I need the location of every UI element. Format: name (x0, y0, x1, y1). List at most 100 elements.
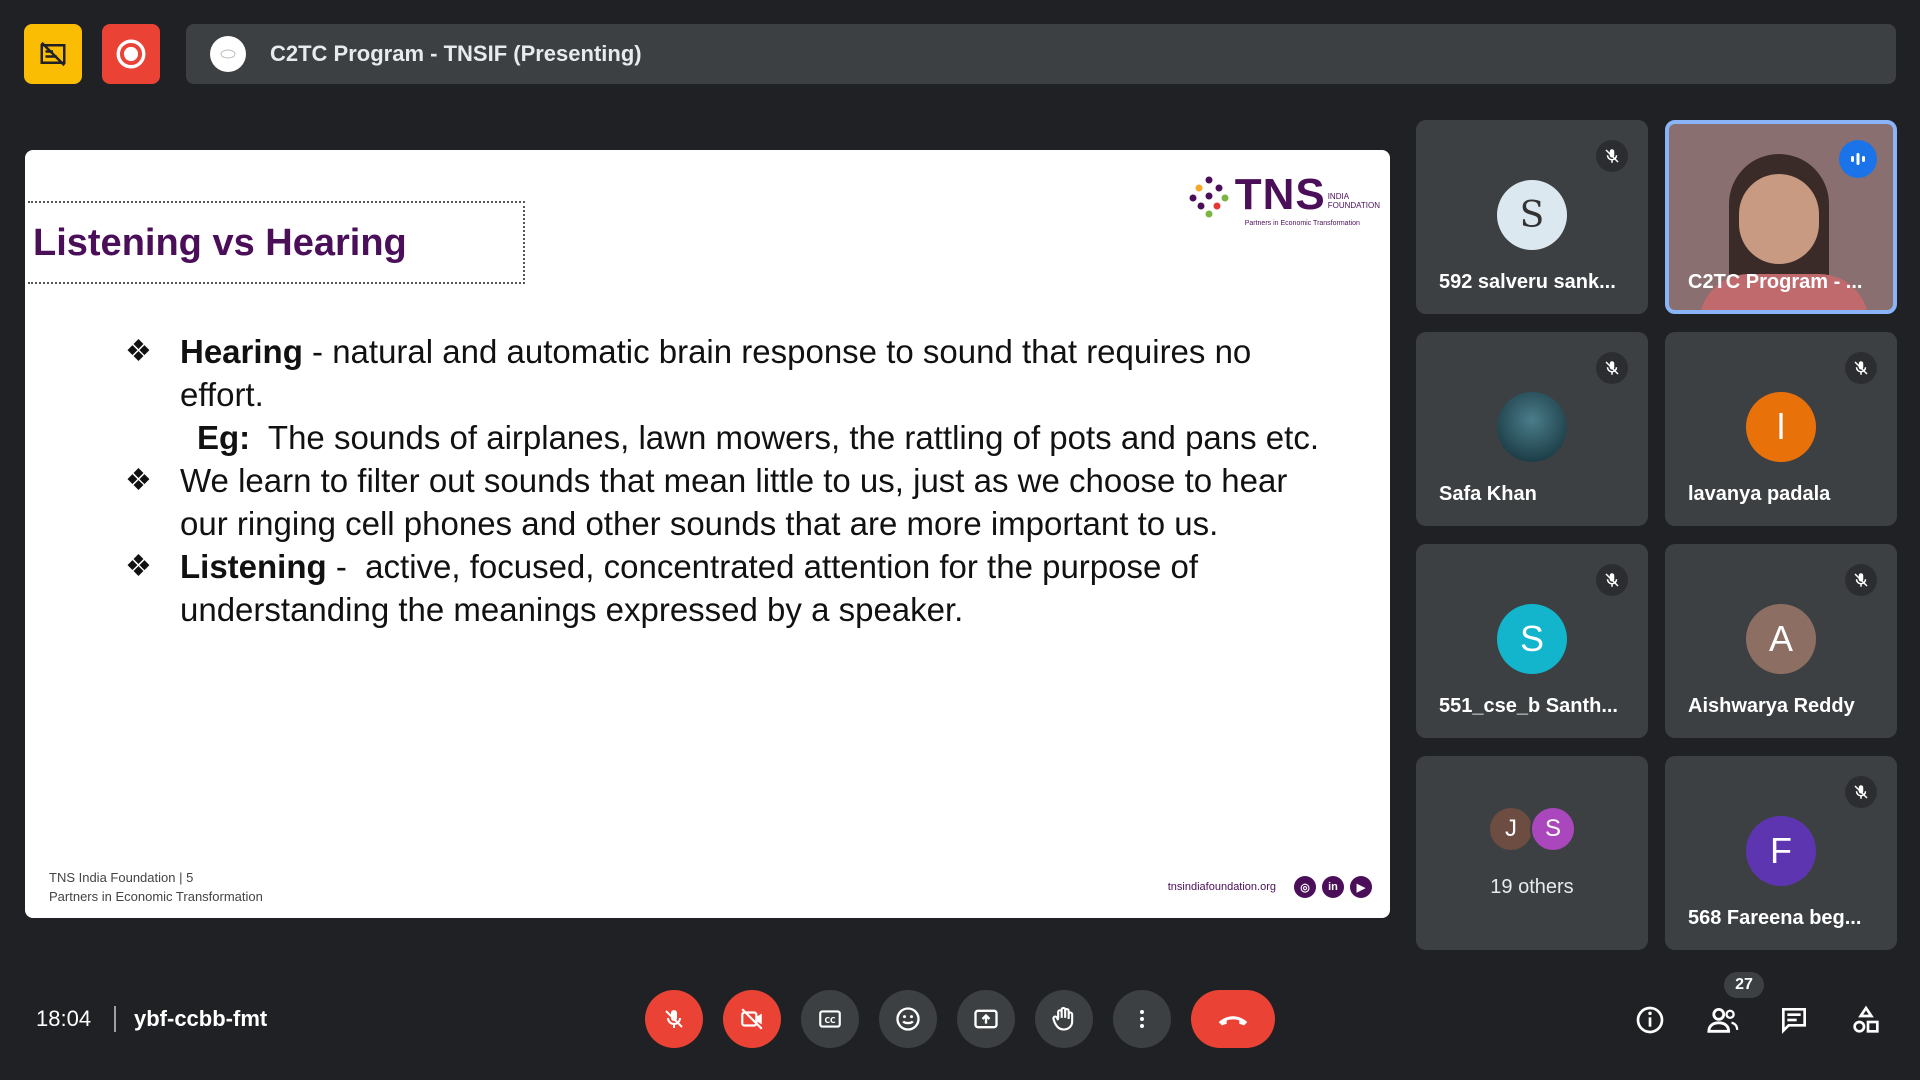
participant-name: 592 salveru sank... (1439, 271, 1616, 293)
avatar: S (1497, 180, 1567, 250)
participant-name: 568 Fareena beg... (1688, 907, 1862, 929)
youtube-icon: ▶ (1350, 876, 1372, 898)
people-button[interactable] (1705, 1002, 1741, 1038)
people-icon (1707, 1007, 1739, 1033)
bullet-diamond-icon: ❖ (125, 335, 152, 368)
bullet-term: Hearing (180, 333, 303, 370)
tns-logo-tagline: Partners in Economic Transformation (1244, 220, 1360, 227)
slide-title: Listening vs Hearing (33, 222, 407, 264)
leave-call-button[interactable] (1191, 990, 1275, 1048)
more-vert-icon (1140, 1010, 1144, 1028)
camera-off-icon (741, 1008, 763, 1030)
captions-off-button[interactable] (24, 24, 82, 84)
tns-sub-foundation: FOUNDATION (1327, 201, 1380, 210)
speaking-indicator-icon (1839, 140, 1877, 178)
tns-logo: TNS INDIA FOUNDATION Partners in Economic… (1187, 170, 1380, 227)
present-screen-icon (974, 1009, 998, 1029)
example-text: The sounds of airplanes, lawn mowers, th… (250, 419, 1319, 456)
participant-name: Safa Khan (1439, 483, 1537, 505)
bottom-bar: 18:04 ybf-ccbb-fmt CC 27 (0, 960, 1920, 1080)
participant-tile[interactable]: S 592 salveru sank... (1416, 120, 1648, 314)
emoji-icon (896, 1007, 920, 1031)
participant-tile-active-speaker[interactable]: C2TC Program - ... (1665, 120, 1897, 314)
mic-off-icon (1596, 140, 1628, 172)
presentation-title: C2TC Program - TNSIF (Presenting) (270, 41, 642, 66)
bullet-text: - active, focused, concentrated attentio… (180, 548, 1208, 628)
slide-footer-tagline: Partners in Economic Transformation (49, 889, 263, 904)
mic-off-icon (665, 1010, 683, 1028)
reactions-button[interactable] (879, 990, 937, 1048)
mic-off-icon (1596, 564, 1628, 596)
svg-text:CC: CC (824, 1016, 836, 1025)
tns-sub-india: INDIA (1327, 192, 1350, 201)
tns-logo-text: TNS (1234, 170, 1326, 219)
activities-button[interactable] (1848, 1002, 1884, 1038)
mic-off-icon (1845, 352, 1877, 384)
info-icon (1636, 1006, 1664, 1034)
tns-dots-icon (1189, 176, 1229, 218)
present-screen-button[interactable] (957, 990, 1015, 1048)
participant-name: lavanya padala (1688, 483, 1831, 505)
mic-off-icon (1845, 776, 1877, 808)
bullet-diamond-icon: ❖ (125, 464, 152, 497)
mini-avatar: J (1488, 806, 1534, 852)
captions-button[interactable]: CC (801, 990, 859, 1048)
instagram-icon: ◎ (1294, 876, 1316, 898)
avatar: A (1746, 604, 1816, 674)
bullet-diamond-icon: ❖ (125, 550, 152, 583)
avatar: l (1746, 392, 1816, 462)
bullet-item: ❖ Hearing - natural and automatic brain … (125, 330, 1325, 459)
raise-hand-button[interactable] (1035, 990, 1093, 1048)
people-count-badge: 27 (1724, 972, 1764, 998)
slide-footer-org: TNS India Foundation | 5 (49, 870, 194, 885)
slide-bullets: ❖ Hearing - natural and automatic brain … (125, 330, 1325, 631)
mic-off-icon (1845, 564, 1877, 596)
recording-button[interactable] (102, 24, 160, 84)
record-icon (116, 39, 146, 69)
participant-tile[interactable]: F 568 Fareena beg... (1665, 756, 1897, 950)
microphone-toggle-button[interactable] (645, 990, 703, 1048)
chat-button[interactable] (1776, 1002, 1812, 1038)
clock: 18:04 (36, 1006, 92, 1031)
meeting-details-button[interactable] (1632, 1002, 1668, 1038)
video-face (1739, 174, 1819, 264)
bullet-item: ❖ We learn to filter out sounds that mea… (125, 459, 1325, 545)
activities-icon (1853, 1005, 1879, 1033)
participant-name: Aishwarya Reddy (1688, 695, 1855, 717)
slide-footer-url: tnsindiafoundation.org (1167, 881, 1276, 893)
top-bar: C2TC Program - TNSIF (Presenting) (0, 0, 1920, 106)
participant-tile[interactable]: l lavanya padala (1665, 332, 1897, 526)
more-options-button[interactable] (1113, 990, 1171, 1048)
presenter-logo-icon (210, 36, 246, 72)
avatar: S (1497, 604, 1567, 674)
bullet-text: We learn to filter out sounds that mean … (180, 462, 1288, 542)
camera-toggle-button[interactable] (723, 990, 781, 1048)
avatar (1497, 392, 1567, 462)
participant-name: C2TC Program - ... (1688, 271, 1863, 293)
divider (114, 1006, 116, 1032)
slide-footer: TNS India Foundation | 5 Partners in Eco… (49, 868, 263, 906)
meeting-code[interactable]: ybf-ccbb-fmt (134, 1006, 267, 1032)
participant-tile[interactable]: S 551_cse_b Santh... (1416, 544, 1648, 738)
chat-icon (1782, 1008, 1806, 1034)
tns-logo-sub: INDIA FOUNDATION (1328, 192, 1380, 210)
bullet-item: ❖ Listening - active, focused, concentra… (125, 545, 1325, 631)
others-tile[interactable]: J S 19 others (1416, 756, 1648, 950)
example-label: Eg: (197, 419, 251, 456)
mini-avatar: S (1530, 806, 1576, 852)
presentation-slide: Listening vs Hearing TNS INDIA FOUNDATION… (25, 150, 1390, 918)
hang-up-icon (1218, 1016, 1248, 1026)
others-label: 19 others (1490, 876, 1574, 898)
linkedin-icon: in (1322, 876, 1344, 898)
participant-tile[interactable]: A Aishwarya Reddy (1665, 544, 1897, 738)
participant-tile[interactable]: Safa Khan (1416, 332, 1648, 526)
bullet-text: - natural and automatic brain response t… (180, 333, 1252, 413)
closed-captions-icon: CC (819, 1010, 841, 1028)
hand-icon (1052, 1006, 1074, 1031)
presentation-bar[interactable]: C2TC Program - TNSIF (Presenting) (186, 24, 1896, 84)
mic-off-icon (1596, 352, 1628, 384)
avatar: F (1746, 816, 1816, 886)
bullet-example: Eg: The sounds of airplanes, lawn mowers… (180, 416, 1325, 459)
participant-name: 551_cse_b Santh... (1439, 695, 1618, 717)
slide-footer-links: tnsindiafoundation.org ◎ in ▶ (1168, 876, 1372, 898)
